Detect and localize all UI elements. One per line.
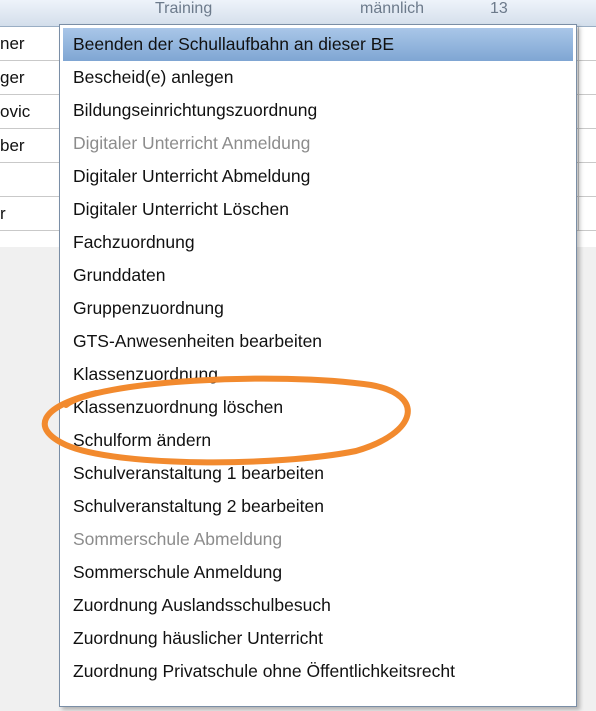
menu-item-digitaler-unterricht-anmeldung: Digitaler Unterricht Anmeldung [73,133,311,153]
menu-item-schulveranstaltung-1[interactable]: Schulveranstaltung 1 bearbeiten [63,457,573,490]
menu-item-grunddaten[interactable]: Grunddaten [63,259,573,292]
header-col-gender: männlich [360,0,425,17]
menu-item-auslandsschulbesuch[interactable]: Zuordnung Auslandsschulbesuch [63,589,573,622]
table-cell [578,27,596,60]
menu-item-schulveranstaltung-2[interactable]: Schulveranstaltung 2 bearbeiten [63,490,573,523]
menu-item-privatschule[interactable]: Zuordnung Privatschule ohne Öffentlichke… [63,655,573,688]
menu-item-fachzuordnung[interactable]: Fachzuordnung [63,226,573,259]
table-cell [578,163,596,196]
table-cell-name[interactable] [0,163,60,196]
menu-item-bildungseinrichtungszuordnung[interactable]: Bildungseinrichtungszuordnung [63,94,573,127]
table-cell [578,61,596,94]
table-cell-name[interactable]: ger [0,61,60,94]
menu-item-klassenzuordnung-loeschen[interactable]: Klassenzuordnung löschen [63,391,573,424]
menu-item-sommerschule-anmeldung[interactable]: Sommerschule Anmeldung [63,556,573,589]
table-cell-name[interactable]: ner [0,27,60,60]
menu-item-digitaler-unterricht-abmeldung[interactable]: Digitaler Unterricht Abmeldung [63,160,573,193]
header-col-training: Training [155,0,213,17]
menu-item-schulform-aendern[interactable]: Schulform ändern [63,424,573,457]
header-col-count: 13 [490,0,508,17]
menu-item-sommerschule-abmeldung: Sommerschule Abmeldung [73,529,283,549]
menu-item-bescheid-anlegen[interactable]: Bescheid(e) anlegen [63,61,573,94]
table-cell-name[interactable]: ber [0,129,60,162]
menu-item-klassenzuordnung[interactable]: Klassenzuordnung [63,358,573,391]
context-menu: Beenden der Schullaufbahn an dieser BE B… [59,24,577,707]
table-cell [578,129,596,162]
menu-item-gts-anwesenheiten[interactable]: GTS-Anwesenheiten bearbeiten [63,325,573,358]
table-cell [578,95,596,128]
table-cell-name[interactable]: ovic [0,95,60,128]
menu-item-haeuslicher-unterricht[interactable]: Zuordnung häuslicher Unterricht [63,622,573,655]
table-header: Training männlich 13 [0,0,596,27]
table-cell [578,197,596,230]
menu-item-beenden-schullaufbahn[interactable]: Beenden der Schullaufbahn an dieser BE [63,28,573,61]
table-cell-name[interactable]: r [0,197,60,230]
menu-item-gruppenzuordnung[interactable]: Gruppenzuordnung [63,292,573,325]
menu-item-digitaler-unterricht-loeschen[interactable]: Digitaler Unterricht Löschen [63,193,573,226]
